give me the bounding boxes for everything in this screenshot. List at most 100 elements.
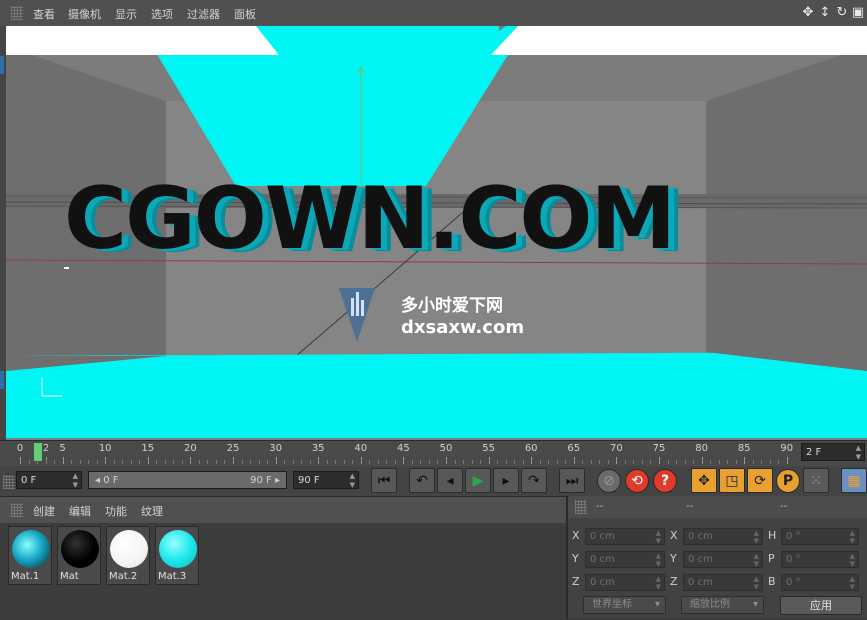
zoom-view-icon[interactable]: ↕: [817, 5, 833, 21]
next-key-button[interactable]: ↷: [521, 468, 547, 493]
timeline-minor-tick: [684, 460, 686, 464]
left-strip-marker[interactable]: [0, 56, 4, 74]
material-preview: [159, 530, 197, 568]
timeline-tick: [20, 457, 21, 464]
frame-range-slider[interactable]: ◂ 0 F 90 F ▸: [88, 471, 287, 489]
panel-grip[interactable]: [11, 6, 23, 20]
material-swatch-mat2[interactable]: Mat.2: [106, 526, 150, 585]
current-frame-field[interactable]: 2 F ▲ ▼: [801, 443, 865, 461]
point-level-icon[interactable]: ⁙: [803, 468, 829, 493]
perspective-viewport[interactable]: 透视视图 CGOWN.COM 多小时爱下网 dxsaxw.com: [6, 26, 867, 440]
bottom-cyan-plane: [6, 352, 867, 438]
play-button[interactable]: ▶: [465, 468, 491, 493]
timeline-tick: [488, 457, 490, 464]
axis-label: Z: [670, 575, 678, 588]
rotate-key-icon[interactable]: ⟳: [747, 468, 773, 493]
film-icon[interactable]: ▦: [841, 468, 867, 493]
autokey-icon[interactable]: ⟲: [625, 469, 649, 493]
menu-view[interactable]: 查看: [33, 6, 55, 22]
menu-options[interactable]: 选项: [151, 6, 173, 22]
timeline-minor-tick: [386, 460, 388, 464]
timeline-ruler[interactable]: 0 2 5 10 15 20 25 30 35 40 45 50 55 60 65 70 75 80 85 90: [0, 440, 867, 467]
rotate-view-icon[interactable]: ↻: [834, 5, 850, 21]
timeline-minor-tick: [28, 460, 30, 464]
go-to-end-button[interactable]: ⏭: [559, 468, 585, 493]
coordinate-field[interactable]: 0 cm ▲ ▼: [683, 551, 763, 568]
coordinate-grip[interactable]: [575, 500, 587, 514]
timeline-tick-label: 60: [524, 443, 538, 454]
menu-filter[interactable]: 过滤器: [187, 6, 220, 22]
coordinate-field[interactable]: 0 ° ▲ ▼: [781, 574, 859, 591]
timeline-tick: [573, 457, 575, 464]
timeline-minor-tick: [198, 460, 200, 464]
menu-camera[interactable]: 摄像机: [68, 6, 101, 22]
next-frame-button[interactable]: ▸: [493, 468, 519, 493]
move-view-icon[interactable]: ✥: [800, 5, 816, 21]
timeline-minor-tick: [37, 460, 39, 464]
material-swatch-mat3[interactable]: Mat.3: [155, 526, 199, 585]
menu-create[interactable]: 创建: [33, 503, 55, 519]
coordinate-value: 0 cm: [688, 554, 713, 565]
coordinate-field[interactable]: 0 cm ▲ ▼: [585, 528, 665, 545]
timeline-minor-tick: [556, 460, 558, 464]
material-menubar: 创建 编辑 功能 纹理: [0, 497, 566, 523]
timeline-minor-tick: [88, 460, 90, 464]
size-header: --: [686, 501, 694, 512]
keyframe-help-icon[interactable]: ?: [653, 469, 677, 493]
coordinate-value: 0 cm: [590, 554, 615, 565]
timeline-minor-tick: [343, 460, 345, 464]
timeline-minor-tick: [650, 460, 652, 464]
coordinate-field[interactable]: 0 ° ▲ ▼: [781, 551, 859, 568]
previous-key-button[interactable]: ↶: [409, 468, 435, 493]
timeline-minor-tick: [71, 460, 73, 464]
move-key-icon[interactable]: ✥: [691, 468, 717, 493]
material-grip[interactable]: [11, 503, 23, 517]
timeline-minor-tick: [428, 460, 430, 464]
timeline-tick: [190, 457, 192, 464]
coordinate-field[interactable]: 0 cm ▲ ▼: [683, 528, 763, 545]
watermark-title: 多小时爱下网: [401, 296, 503, 316]
menu-texture[interactable]: 纹理: [141, 503, 163, 519]
timeline-tick-label: 45: [397, 443, 410, 454]
axis-label: Y: [670, 552, 677, 565]
coordinate-value: 0 °: [786, 577, 801, 588]
timeline-tick-label: 40: [354, 443, 368, 454]
timeline-minor-tick: [454, 460, 456, 464]
scale-mode-dropdown[interactable]: 缩放比例 ▾: [681, 596, 764, 614]
timeline-tick-label: 55: [482, 443, 495, 454]
maximize-view-icon[interactable]: ▣: [850, 5, 866, 21]
previous-frame-button[interactable]: ◂: [437, 468, 463, 493]
material-swatch-mat1[interactable]: Mat.1: [8, 526, 52, 585]
parameter-key-icon[interactable]: P: [776, 469, 800, 493]
material-swatch-mat[interactable]: Mat: [57, 526, 101, 585]
viewport-menubar: 查看 摄像机 显示 选项 过滤器 面板 ✥ ↕ ↻ ▣: [0, 0, 867, 27]
timeline-playhead[interactable]: [34, 443, 42, 461]
timeline-minor-tick: [292, 460, 294, 464]
coordinate-field[interactable]: 0 cm ▲ ▼: [683, 574, 763, 591]
material-label: Mat.2: [109, 571, 138, 582]
scale-key-icon[interactable]: ◳: [719, 468, 745, 493]
timeline-minor-tick: [761, 460, 763, 464]
menu-function[interactable]: 功能: [105, 503, 127, 519]
timeline-minor-tick: [79, 460, 81, 464]
coordinate-system-dropdown[interactable]: 世界坐标 ▾: [583, 596, 666, 614]
transport-grip[interactable]: [3, 475, 15, 489]
go-to-start-button[interactable]: ⏮: [371, 468, 397, 493]
coordinate-field[interactable]: 0 cm ▲ ▼: [585, 574, 665, 591]
record-disabled-icon[interactable]: ⊘: [597, 469, 621, 493]
position-header: --: [596, 501, 604, 512]
timeline-minor-tick: [514, 460, 516, 464]
apply-button[interactable]: 应用: [780, 596, 862, 615]
timeline-minor-tick: [590, 460, 592, 464]
coordinate-field[interactable]: 0 ° ▲ ▼: [781, 528, 859, 545]
end-frame-field[interactable]: 90 F ▲ ▼: [293, 471, 359, 489]
timeline-minor-tick: [181, 460, 183, 464]
timeline-minor-tick: [258, 460, 260, 464]
timeline-minor-tick: [471, 460, 473, 464]
menu-display[interactable]: 显示: [115, 6, 137, 22]
left-strip-marker[interactable]: [0, 371, 4, 389]
menu-panel[interactable]: 面板: [234, 6, 256, 22]
start-frame-field[interactable]: 0 F ▲ ▼: [16, 471, 82, 489]
menu-edit[interactable]: 编辑: [69, 503, 91, 519]
coordinate-field[interactable]: 0 cm ▲ ▼: [585, 551, 665, 568]
